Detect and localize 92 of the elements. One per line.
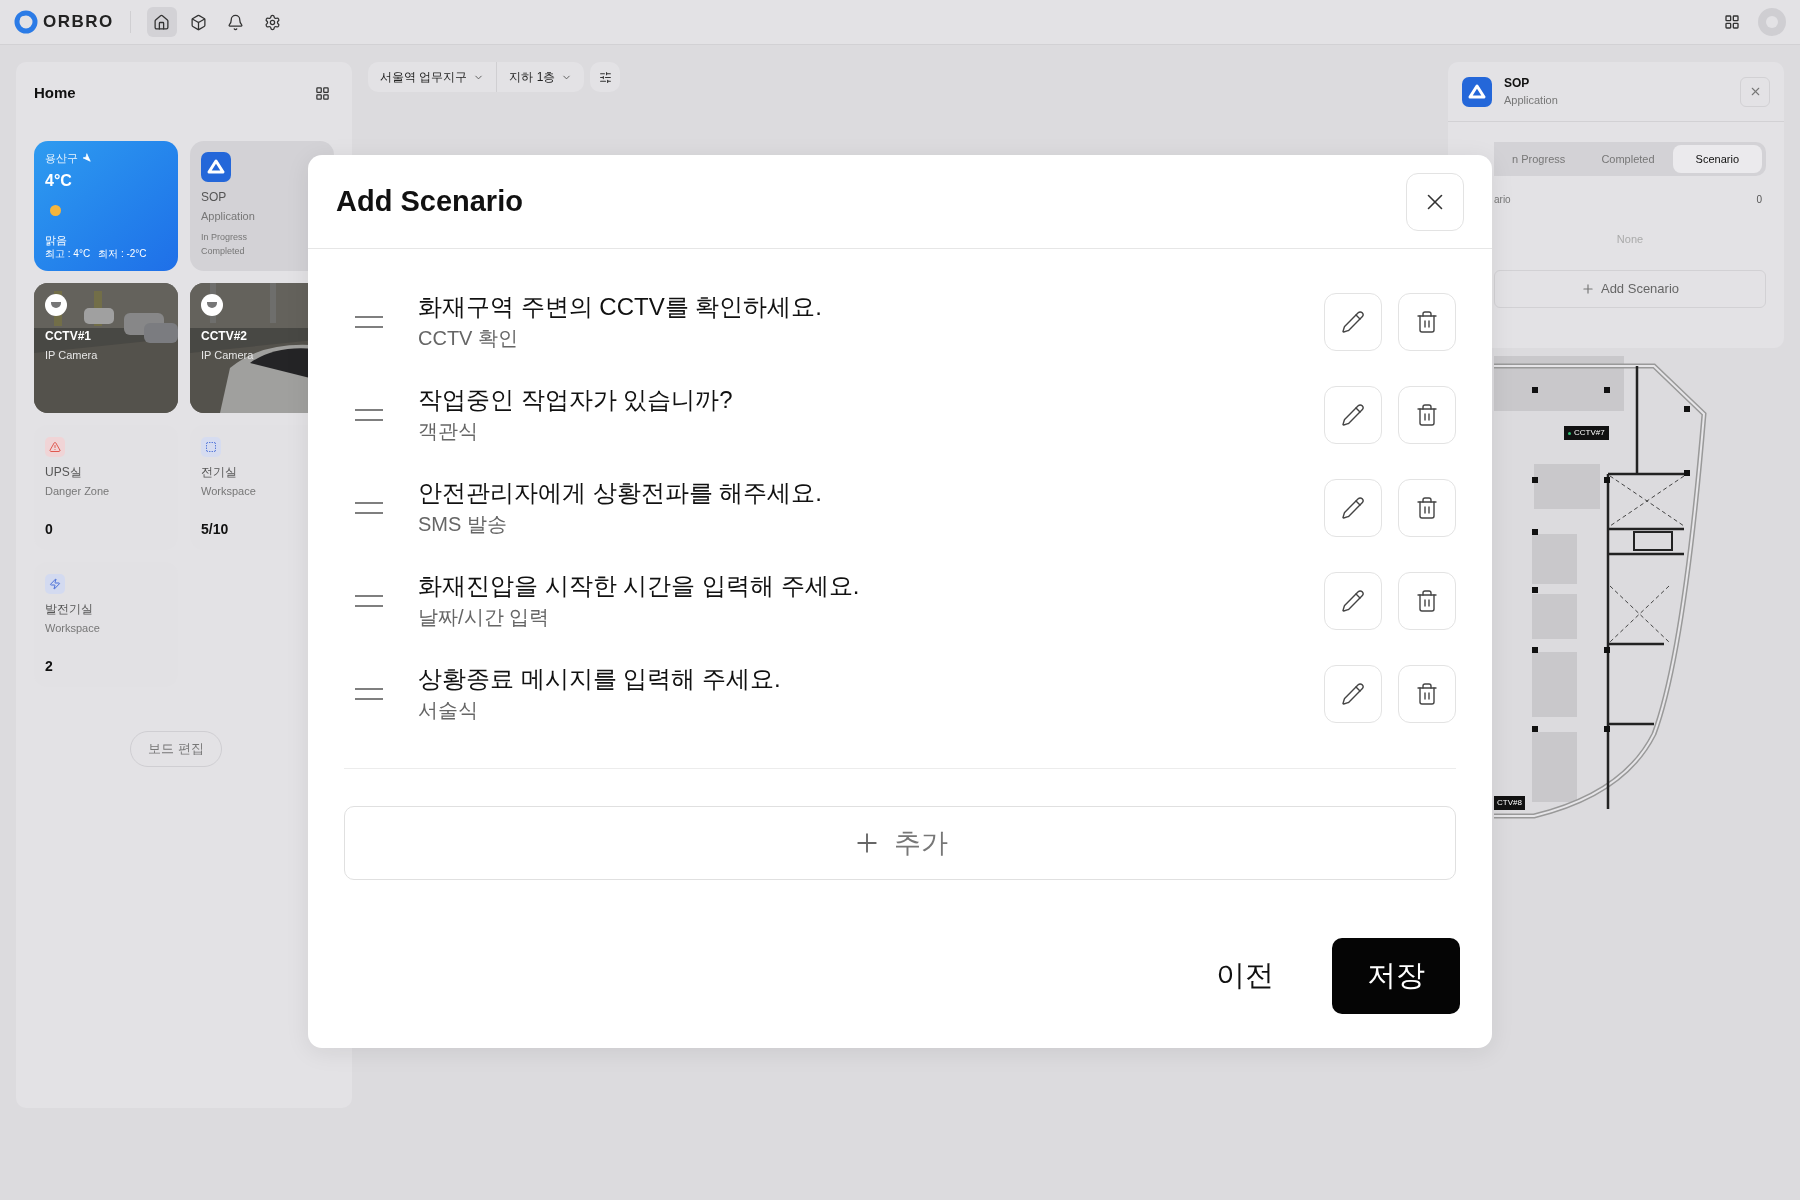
- edit-button[interactable]: [1324, 478, 1382, 537]
- pencil-icon: [1341, 309, 1365, 334]
- app-name: SOP: [201, 188, 228, 206]
- zone-type: Danger Zone: [45, 483, 111, 499]
- close-button[interactable]: [1406, 172, 1464, 231]
- pencil-icon: [1341, 681, 1365, 706]
- trash-icon: [1415, 402, 1439, 427]
- step-title: 작업중인 작업자가 있습니까?: [418, 384, 733, 415]
- delete-button[interactable]: [1398, 664, 1456, 723]
- pencil-icon: [1341, 402, 1365, 427]
- add-scenario-button[interactable]: Add Scenario: [1494, 269, 1766, 308]
- filter-button[interactable]: [590, 62, 621, 92]
- site-dropdown[interactable]: 서울역 업무지구: [368, 62, 497, 92]
- zone-count: 0: [45, 519, 54, 539]
- sliders-icon: [598, 70, 612, 84]
- edit-board-button[interactable]: 보드 편집: [130, 730, 222, 767]
- low-temperature: 최저 : -2°C: [98, 248, 147, 261]
- floor-dropdown[interactable]: 지하 1층: [496, 62, 585, 92]
- edit-button[interactable]: [1324, 385, 1382, 444]
- delete-button[interactable]: [1398, 385, 1456, 444]
- trash-icon: [1415, 495, 1439, 520]
- pencil-icon: [1341, 588, 1365, 613]
- temperature: 4°C: [45, 171, 73, 191]
- scenario-count: 0: [1756, 193, 1762, 207]
- trash-icon: [1415, 681, 1439, 706]
- zone-name: 발전기실: [45, 600, 94, 618]
- delete-button[interactable]: [1398, 571, 1456, 630]
- camera-type: IP Camera: [45, 347, 99, 363]
- apps-grid-icon[interactable]: [1724, 14, 1740, 30]
- app-name: SOP: [1504, 75, 1531, 93]
- sop-app-icon: [201, 151, 231, 182]
- add-widget-icon[interactable]: [315, 85, 330, 101]
- pencil-icon: [1341, 495, 1365, 520]
- camera-name: CCTV#2: [201, 327, 248, 345]
- add-step-button[interactable]: 추가: [344, 806, 1456, 880]
- location-arrow-icon: [82, 153, 91, 163]
- lightning-icon: [45, 573, 65, 594]
- weather-condition: 맑음: [45, 234, 68, 248]
- drag-handle-icon[interactable]: [354, 407, 384, 422]
- section-label: ario: [1494, 193, 1511, 207]
- dashed-square-icon: [201, 436, 221, 457]
- zone-count: 2: [45, 656, 54, 676]
- zone-count: 5/10: [201, 519, 230, 539]
- camera-type: IP Camera: [201, 347, 255, 363]
- zone-name: UPS실: [45, 463, 83, 481]
- camera-card[interactable]: CCTV#1 IP Camera: [34, 282, 178, 413]
- back-button[interactable]: 이전: [1186, 938, 1304, 1014]
- drag-handle-icon[interactable]: [354, 500, 384, 515]
- sun-icon: [50, 205, 61, 216]
- drag-handle-icon[interactable]: [354, 593, 384, 608]
- tab[interactable]: Scenario: [1672, 145, 1762, 173]
- empty-state: None: [1616, 232, 1644, 247]
- panel-title: Home: [34, 83, 76, 103]
- trash-icon: [1415, 309, 1439, 334]
- step-title: 화재구역 주변의 CCTV를 확인하세요.: [418, 291, 822, 322]
- warning-icon: [45, 436, 65, 457]
- weather-card[interactable]: 용산구 4°C 맑음 최고 : 4°C 최저 : -2°C: [34, 140, 178, 271]
- step-title: 안전관리자에게 상황전파를 해주세요.: [418, 477, 822, 508]
- zone-type: Workspace: [201, 483, 257, 499]
- step-type: SMS 발송: [418, 511, 508, 537]
- step-title: 화재진압을 시작한 시간을 입력해 주세요.: [418, 570, 860, 601]
- camera-tag: CTV#8: [1494, 796, 1525, 810]
- logo[interactable]: ORBRO: [43, 9, 114, 35]
- logo-icon: [14, 10, 38, 34]
- camera-tag: CCTV#7: [1564, 426, 1609, 440]
- zone-type: Workspace: [45, 620, 101, 636]
- camera-name: CCTV#1: [45, 327, 92, 345]
- app-type: Application: [1504, 93, 1558, 109]
- trash-icon: [1415, 588, 1439, 613]
- edit-button[interactable]: [1324, 571, 1382, 630]
- app-type: Application: [201, 208, 256, 224]
- step-title: 상황종료 메시지를 입력해 주세요.: [418, 663, 781, 694]
- drag-handle-icon[interactable]: [354, 314, 384, 329]
- step-type: 날짜/시간 입력: [418, 604, 551, 630]
- delete-button[interactable]: [1398, 292, 1456, 351]
- sop-app-icon: [1462, 76, 1492, 107]
- status-label: Completed: [201, 245, 246, 258]
- save-button[interactable]: 저장: [1332, 938, 1460, 1014]
- step-type: 서술식: [418, 697, 479, 723]
- high-temperature: 최고 : 4°C: [45, 248, 91, 261]
- delete-button[interactable]: [1398, 478, 1456, 537]
- status-label: In Progress: [201, 231, 249, 244]
- location-label: 용산구: [45, 150, 78, 166]
- edit-button[interactable]: [1324, 664, 1382, 723]
- plus-icon: [1580, 281, 1595, 296]
- drag-handle-icon[interactable]: [354, 686, 384, 701]
- step-type: 객관식: [418, 418, 479, 444]
- step-type: CCTV 확인: [418, 325, 519, 351]
- edit-button[interactable]: [1324, 292, 1382, 351]
- zone-name: 전기실: [201, 463, 238, 481]
- dialog-title: Add Scenario: [336, 183, 523, 219]
- home-icon[interactable]: [146, 7, 177, 37]
